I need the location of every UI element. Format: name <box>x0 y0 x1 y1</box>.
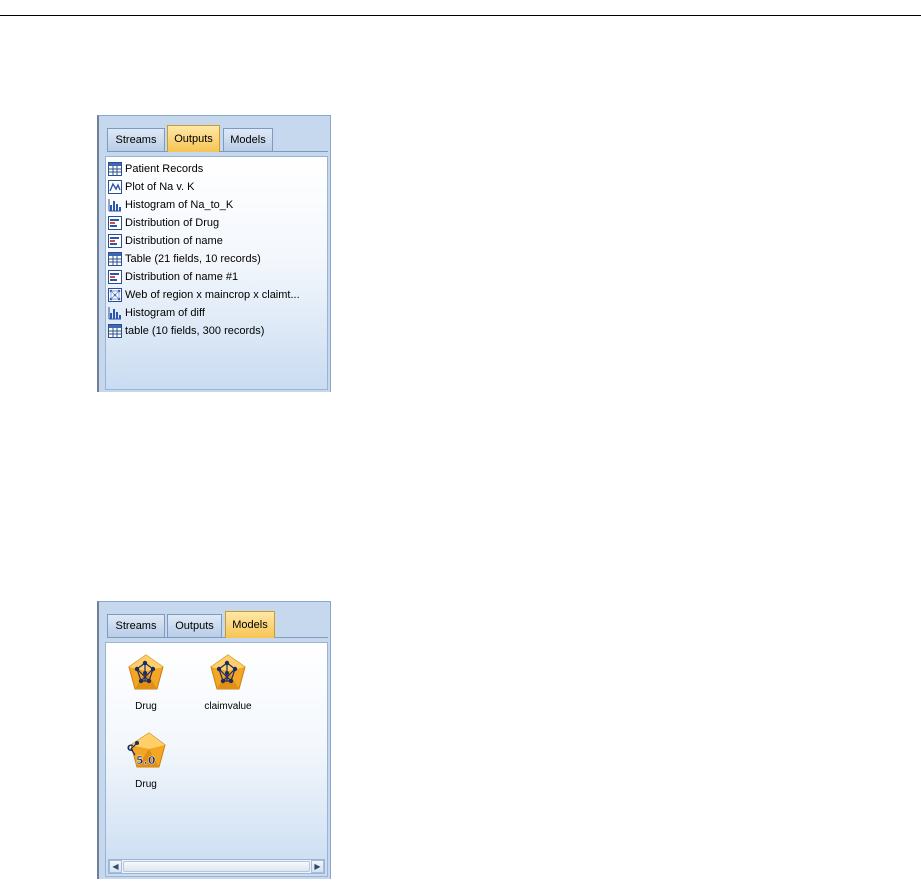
list-item-label: Table (21 fields, 10 records) <box>125 253 261 265</box>
list-item-label: Patient Records <box>125 163 204 175</box>
list-item[interactable]: Histogram of Na_to_K <box>108 196 327 214</box>
list-item[interactable]: Distribution of name <box>108 232 327 250</box>
models-palette-area[interactable]: Drug claimvalue C 5.0 Drug ◀ ▶ <box>105 642 328 877</box>
model-badge: 5.0 <box>136 754 156 767</box>
model-label: Drug <box>135 779 157 790</box>
table-icon <box>108 162 122 176</box>
models-grid: Drug claimvalue C 5.0 Drug <box>106 643 327 858</box>
distribution-icon <box>108 270 122 284</box>
list-item[interactable]: Patient Records <box>108 160 327 178</box>
histogram-icon <box>108 199 121 212</box>
tab-models[interactable]: Models <box>225 611 275 638</box>
tab-outputs[interactable]: Outputs <box>167 614 222 637</box>
model-nugget[interactable]: C 5.0 Drug <box>107 731 185 790</box>
list-item-label: Plot of Na v. K <box>125 181 195 193</box>
list-item[interactable]: Web of region x maincrop x claimt... <box>108 286 327 304</box>
list-item-label: Histogram of Na_to_K <box>125 199 234 211</box>
list-item[interactable]: table (10 fields, 300 records) <box>108 322 327 340</box>
neural-net-model-icon <box>128 654 164 690</box>
tab-outputs[interactable]: Outputs <box>167 125 220 152</box>
scrollbar-thumb[interactable] <box>123 861 310 872</box>
table-icon <box>108 324 122 338</box>
neural-net-model-icon <box>210 654 246 690</box>
model-label: Drug <box>135 701 157 712</box>
list-item-label: Web of region x maincrop x claimt... <box>125 289 300 301</box>
model-nugget[interactable]: claimvalue <box>189 653 267 712</box>
tab-divider <box>107 637 328 638</box>
tab-streams[interactable]: Streams <box>107 614 165 637</box>
list-item-label: Histogram of diff <box>125 307 205 319</box>
tab-strip: Streams Outputs Models <box>107 125 328 152</box>
tab-streams[interactable]: Streams <box>107 128 165 151</box>
list-item[interactable]: Plot of Na v. K <box>108 178 327 196</box>
distribution-icon <box>108 234 122 248</box>
histogram-icon <box>108 307 121 320</box>
horizontal-scrollbar[interactable]: ◀ ▶ <box>108 859 325 874</box>
list-item[interactable]: Histogram of diff <box>108 304 327 322</box>
outputs-list: Patient Records Plot of Na v. K Histogra… <box>106 157 327 340</box>
web-icon <box>108 288 122 302</box>
list-item-label: Distribution of Drug <box>125 217 220 229</box>
c50-model-icon: C 5.0 <box>127 732 166 768</box>
list-item[interactable]: Table (21 fields, 10 records) <box>108 250 327 268</box>
list-item-label: table (10 fields, 300 records) <box>125 325 265 337</box>
list-item-label: Distribution of name <box>125 235 223 247</box>
list-item[interactable]: Distribution of name #1 <box>108 268 327 286</box>
scroll-left-arrow-icon[interactable]: ◀ <box>109 860 122 873</box>
distribution-icon <box>108 216 122 230</box>
model-badge-prefix: C <box>127 744 134 754</box>
top-rule <box>0 15 921 16</box>
model-nugget[interactable]: Drug <box>107 653 185 712</box>
tab-strip: Streams Outputs Models <box>107 611 328 638</box>
outputs-manager-panel: Streams Outputs Models Patient Records P… <box>97 115 331 392</box>
model-label: claimvalue <box>204 701 252 712</box>
outputs-list-area[interactable]: Patient Records Plot of Na v. K Histogra… <box>105 156 328 390</box>
table-icon <box>108 252 122 266</box>
models-manager-panel: Streams Outputs Models Drug claimvalue C… <box>97 601 331 879</box>
scroll-right-arrow-icon[interactable]: ▶ <box>311 860 324 873</box>
list-item-label: Distribution of name #1 <box>125 271 239 283</box>
plot-icon <box>108 180 122 194</box>
list-item[interactable]: Distribution of Drug <box>108 214 327 232</box>
tab-models[interactable]: Models <box>223 128 273 151</box>
